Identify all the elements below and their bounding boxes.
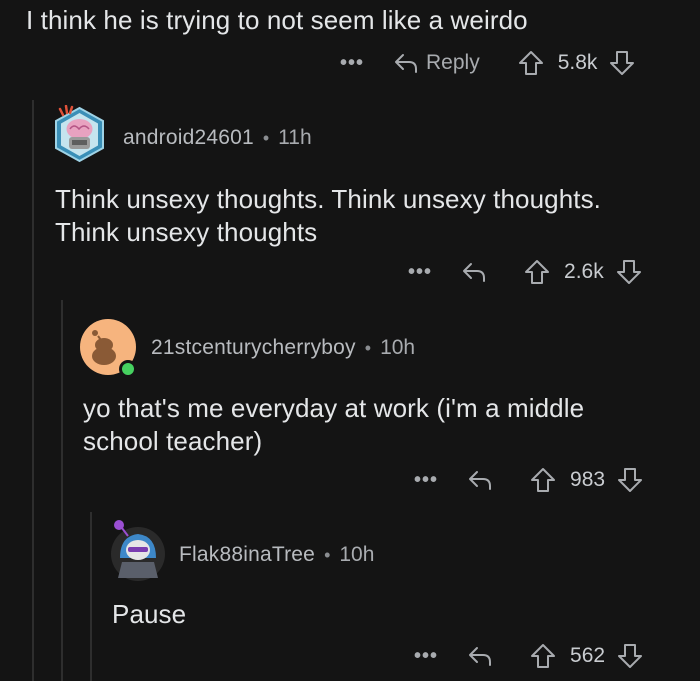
downvote-arrow-icon[interactable]	[617, 643, 643, 669]
separator-dot: •	[364, 337, 372, 358]
comment-meta: android24601 • 11h	[123, 123, 312, 153]
thread-line-level-3[interactable]	[90, 512, 92, 681]
reply-button[interactable]: Reply	[426, 51, 480, 75]
avatar-masked-icon[interactable]	[108, 518, 166, 584]
vote-count: 5.8k	[557, 51, 598, 74]
more-options-icon[interactable]: •••	[414, 469, 438, 492]
reply-arrow-icon[interactable]	[394, 52, 418, 74]
comment-actions: ••• 562	[414, 640, 643, 672]
upvote-arrow-icon[interactable]	[530, 467, 556, 493]
downvote-arrow-icon[interactable]	[617, 467, 643, 493]
thread-line-level-1[interactable]	[32, 100, 34, 681]
vote-count: 562	[570, 644, 606, 667]
separator-dot: •	[324, 544, 331, 565]
more-options-icon[interactable]: •••	[414, 645, 438, 668]
comment-body: Think unsexy thoughts. Think unsexy thou…	[55, 184, 602, 247]
comment-actions: ••• Reply 5.8k	[340, 47, 635, 79]
username-link[interactable]: Flak88inaTree	[179, 543, 315, 567]
comment-meta: 21stcenturycherryboy • 10h	[151, 333, 415, 363]
separator-dot: •	[262, 127, 270, 148]
username-link[interactable]: android24601	[123, 126, 254, 150]
downvote-arrow-icon[interactable]	[616, 259, 642, 285]
thread-line-level-2[interactable]	[61, 300, 63, 681]
comment-actions: ••• 2.6k	[408, 256, 642, 288]
comment-body: yo that's me everyday at work (i'm a mid…	[83, 393, 585, 456]
upvote-arrow-icon[interactable]	[524, 259, 550, 285]
timestamp: 10h	[380, 336, 416, 359]
username-link[interactable]: 21stcenturycherryboy	[151, 336, 356, 360]
avatar-snoo-icon[interactable]	[80, 318, 138, 380]
vote-count: 983	[570, 468, 606, 491]
timestamp: 11h	[278, 126, 312, 149]
reply-arrow-icon[interactable]	[468, 469, 492, 491]
reply-arrow-icon[interactable]	[462, 261, 486, 283]
comment-actions: ••• 983	[414, 464, 643, 496]
upvote-arrow-icon[interactable]	[530, 643, 556, 669]
reply-arrow-icon[interactable]	[468, 645, 492, 667]
more-options-icon[interactable]: •••	[340, 52, 364, 75]
comment-meta: Flak88inaTree • 10h	[179, 540, 374, 570]
comment-body: Pause	[112, 599, 187, 629]
avatar-brain-icon[interactable]	[52, 104, 107, 163]
vote-count: 2.6k	[564, 260, 604, 283]
more-options-icon[interactable]: •••	[408, 261, 432, 284]
downvote-arrow-icon[interactable]	[609, 50, 635, 76]
timestamp: 10h	[339, 543, 375, 566]
comment-body: I think he is trying to not seem like a …	[26, 5, 528, 35]
upvote-arrow-icon[interactable]	[518, 50, 544, 76]
